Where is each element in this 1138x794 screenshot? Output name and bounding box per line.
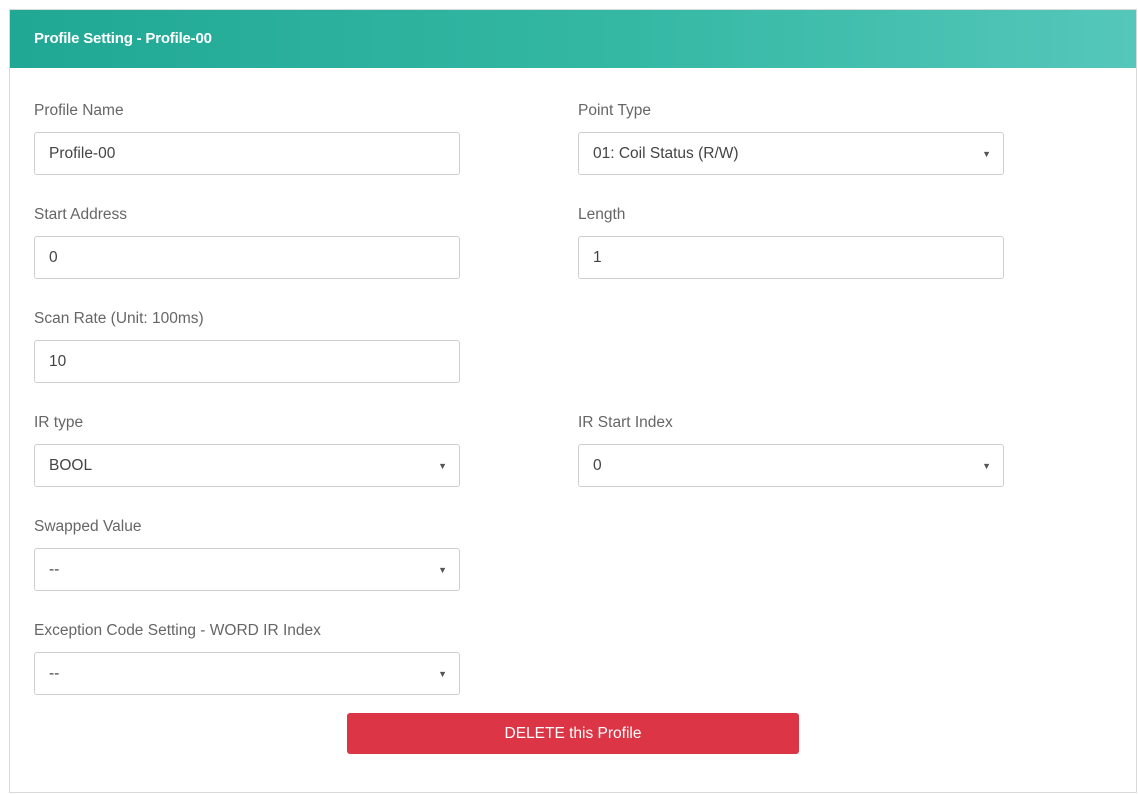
- length-value: 1: [593, 249, 602, 266]
- start-address-label: Start Address: [34, 206, 128, 223]
- swapped-value-value: --: [49, 561, 60, 578]
- ir-type-value: BOOL: [49, 457, 93, 474]
- caret-down-icon: ▼: [438, 461, 447, 471]
- profile-name-label: Profile Name: [34, 102, 124, 119]
- delete-profile-button[interactable]: DELETE this Profile: [347, 713, 799, 754]
- point-type-value: 01: Coil Status (R/W): [593, 145, 739, 162]
- ir-type-select[interactable]: BOOL ▼: [34, 444, 460, 487]
- scan-rate-value: 10: [49, 353, 67, 370]
- ir-start-index-select[interactable]: 0 ▼: [578, 444, 1004, 487]
- scan-rate-input[interactable]: 10: [34, 340, 460, 383]
- caret-down-icon: ▼: [982, 461, 991, 471]
- ir-start-index-value: 0: [593, 457, 602, 474]
- point-type-label: Point Type: [578, 102, 651, 119]
- scan-rate-label: Scan Rate (Unit: 100ms): [34, 310, 204, 327]
- panel-title: Profile Setting - Profile-00: [10, 10, 1136, 68]
- profile-name-input[interactable]: Profile-00: [34, 132, 460, 175]
- ir-type-label: IR type: [34, 414, 84, 431]
- exception-code-value: --: [49, 665, 60, 682]
- swapped-value-select[interactable]: -- ▼: [34, 548, 460, 591]
- exception-code-select[interactable]: -- ▼: [34, 652, 460, 695]
- caret-down-icon: ▼: [982, 149, 991, 159]
- profile-name-value: Profile-00: [49, 145, 116, 162]
- ir-start-index-label: IR Start Index: [578, 414, 673, 431]
- start-address-value: 0: [49, 249, 58, 266]
- caret-down-icon: ▼: [438, 565, 447, 575]
- exception-code-label: Exception Code Setting - WORD IR Index: [34, 622, 321, 639]
- swapped-value-label: Swapped Value: [34, 518, 142, 535]
- length-label: Length: [578, 206, 626, 223]
- profile-setting-panel: Profile Setting - Profile-00 Profile Nam…: [9, 9, 1137, 793]
- start-address-input[interactable]: 0: [34, 236, 460, 279]
- length-input[interactable]: 1: [578, 236, 1004, 279]
- caret-down-icon: ▼: [438, 669, 447, 679]
- point-type-select[interactable]: 01: Coil Status (R/W) ▼: [578, 132, 1004, 175]
